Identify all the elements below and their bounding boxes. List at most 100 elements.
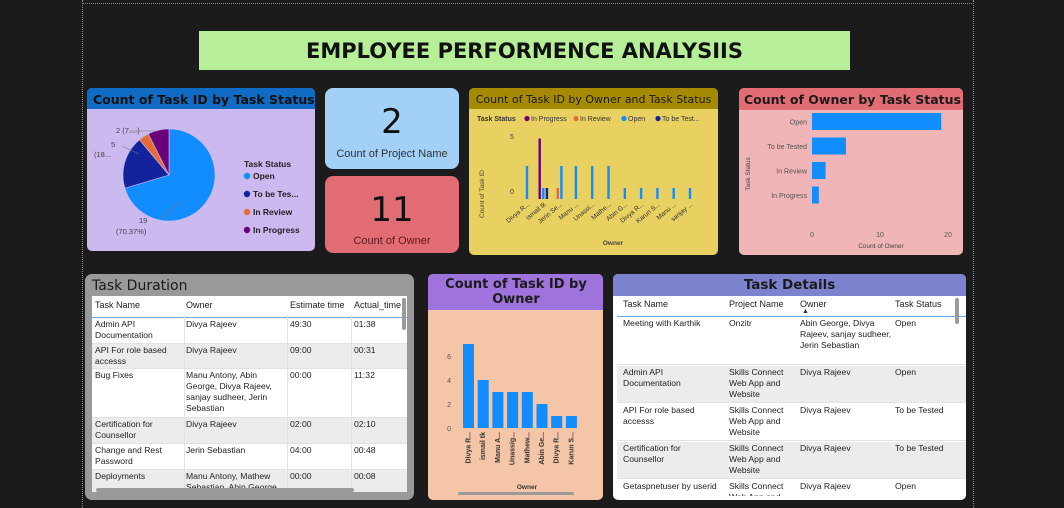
owner-by-status-bar[interactable] [812,113,942,130]
owner-count-bar[interactable] [507,392,519,428]
owner-count-card[interactable]: Count of Task ID by Owner Owner 6 4 2 0 Divy… [428,274,603,500]
owner-count-bar[interactable] [463,344,474,428]
owner-count-xtick: Manu A... [495,432,502,463]
task-duration-card[interactable]: Task Duration Task Name Owner Estimate tim… [85,274,414,500]
task-duration-cell: 04:00 [290,445,312,455]
owner-by-status-xtick: 20 [944,232,952,239]
owner-by-status-ytick: In Progress [771,193,807,200]
owner-status-bar[interactable] [672,188,675,199]
owner-by-status-bar[interactable] [812,186,819,204]
task-duration-column-divider [184,316,185,492]
task-duration-cell: 09:00 [290,345,312,355]
owner-status-card[interactable]: Count of Task ID by Owner and Task Statu… [469,88,718,255]
task-duration-cell: Manu Antony, Abin George, Divya Rajeev, … [186,370,272,413]
owner-status-bar[interactable] [688,188,692,199]
pie-label-to-be-tested-pct: (18... [94,150,111,159]
dashboard-canvas: EMPLOYEE PERFORMENCE ANALYSIIS Count of … [0,0,1064,508]
owner-count-xtick: Karun S... [568,432,575,465]
owner-status-legend-marker [524,115,530,122]
owner-by-status-bar[interactable] [812,137,846,155]
owner-count-xtick: Divya R... [554,432,561,464]
owner-status-bar[interactable] [556,188,559,199]
task-details-column-header[interactable]: Task Status [895,299,942,309]
pie-legend-item[interactable]: To be Tes... [253,189,299,199]
owner-status-bar[interactable] [542,188,545,199]
owner-status-bar[interactable] [560,166,563,199]
pie-legend-item[interactable]: In Review [253,207,293,217]
owner-count-scrollbar[interactable] [458,492,574,495]
owner-count-chart: Owner 6 4 2 0 Divya R... ismail tk Manu A... Un… [447,344,577,495]
task-details-scrollbar-v[interactable] [955,298,959,324]
owner-by-status-title: Count of Owner by Task Status [744,92,961,107]
task-duration-cell: Divya Rajeev [186,319,237,329]
task-duration-cell: 02:00 [290,419,312,429]
owner-by-status-xlabel: Count of Owner [858,243,904,250]
page-border-top [82,3,974,4]
owner-status-bar[interactable] [538,138,541,200]
owner-count-bar[interactable] [551,416,563,428]
owner-status-legend-item[interactable]: To be Test... [662,116,700,123]
task-duration-scrollbar-v[interactable] [402,298,406,330]
task-details-cell: API For role based accesss [623,405,695,426]
task-duration-cell: Certification for Counsellor [95,419,153,440]
task-details-column-header[interactable]: Task Name [623,299,668,309]
owner-status-bar[interactable] [574,166,578,199]
task-duration-cell: Bug Fixes [95,370,134,380]
task-duration-scrollbar-h[interactable] [96,488,354,492]
owner-status-bar[interactable] [525,166,529,199]
owner-status-ytick: 5 [510,134,514,141]
owner-status-legend-marker [573,115,579,122]
owner-status-legend-item[interactable]: Open [628,116,645,123]
task-duration-cell: 00:00 [290,471,312,481]
owner-status-legend-item[interactable]: In Progress [531,116,567,123]
task-duration-column-divider [351,316,352,492]
owner-status-bar[interactable] [607,166,610,199]
task-duration-column-header[interactable]: Task Name [95,300,140,310]
task-details-cell: Abin George, Divya Rajeev, sanjay sudhee… [800,318,892,350]
task-details-cell: Divya Rajeev [800,443,851,453]
owner-status-bar[interactable] [623,188,626,199]
task-duration-cell: Admin API Documentation [95,319,153,340]
owner-status-legend-item[interactable]: In Review [580,116,612,123]
kpi-owners-label: Count of Owner [353,235,431,247]
owner-status-bar[interactable] [591,166,594,199]
kpi-owners-card[interactable]: 11 Count of Owner [325,176,459,253]
owner-count-bar[interactable] [477,380,489,428]
pie-label-in-progress: 2 (7....) [116,126,140,135]
owner-by-status-bar[interactable] [812,162,826,179]
owner-status-legend-marker [621,115,627,122]
owner-count-bar[interactable] [565,416,577,428]
owner-status-bar[interactable] [639,188,643,199]
pie-legend-marker [243,208,251,216]
kpi-projects-card[interactable]: 2 Count of Project Name [325,88,459,169]
pie-legend-item[interactable]: In Progress [253,225,300,235]
task-duration-cell: 49:30 [290,319,312,329]
owner-count-xlabel: Owner [517,484,538,491]
task-duration-column-header[interactable]: Owner [186,300,213,310]
owner-status-bar[interactable] [656,188,659,199]
owner-count-bar[interactable] [536,404,548,428]
owner-count-bar[interactable] [521,392,533,428]
owner-status-ylabel: Count of Task ID [479,170,486,218]
owner-by-status-xtick: 10 [876,232,884,239]
owner-by-status-ylabel: Task Status [745,156,752,190]
owner-status-xlabel: Owner [603,240,624,247]
pie-legend-marker [243,226,251,234]
owner-count-bar[interactable] [492,392,504,428]
kpi-projects-label: Count of Project Name [336,148,448,160]
owner-count-ytick: 2 [447,402,451,409]
task-details-column-header[interactable]: Project Name [729,299,784,309]
page-border-right [973,0,974,508]
task-duration-column-header[interactable]: Actual_time [354,300,401,310]
pie-label-open-pct: (70.37%) [116,227,147,236]
pie-legend-item[interactable]: Open [253,171,275,181]
task-details-card[interactable]: Task Details Task Name Project Name Owner ▲… [613,274,966,500]
sort-ascending-icon[interactable]: ▲ [802,308,809,315]
task-duration-column-header[interactable]: Estimate time [290,300,345,310]
owner-status-bar[interactable] [545,188,549,199]
kpi-projects-value: 2 [381,102,403,142]
task-duration-column-divider [287,316,288,492]
dashboard-title: EMPLOYEE PERFORMENCE ANALYSIIS [305,38,743,63]
owner-by-status-card[interactable]: Count of Owner by Task Status Task Statu… [739,88,963,255]
pie-card[interactable]: Count of Task ID by Task Status 2 (7....… [87,88,315,251]
